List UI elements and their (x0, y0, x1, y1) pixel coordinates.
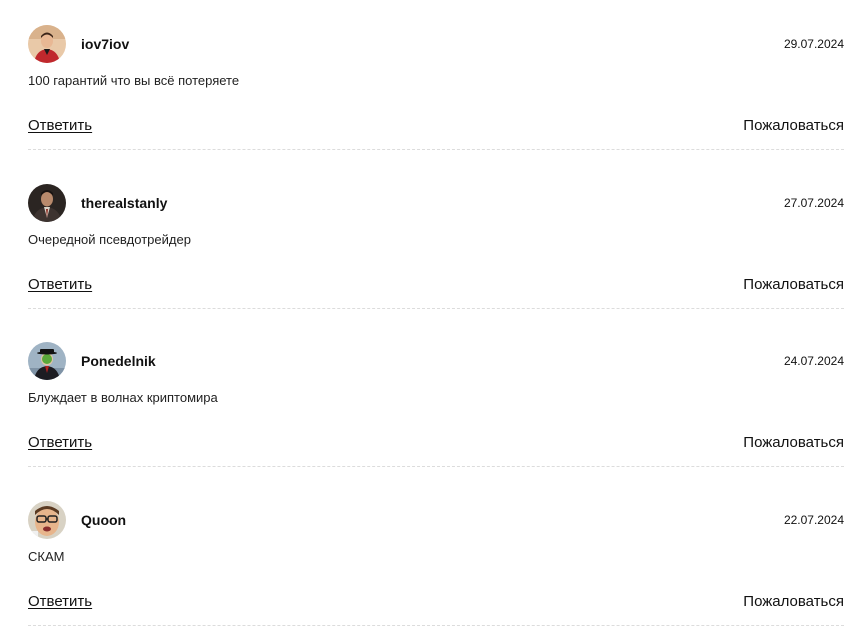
comment-item: Ponedelnik 24.07.2024 Блуждает в волнах … (28, 317, 844, 476)
comment-date: 29.07.2024 (784, 37, 844, 51)
username[interactable]: Ponedelnik (81, 353, 156, 369)
reply-link[interactable]: Ответить (28, 434, 92, 451)
comment-date: 22.07.2024 (784, 513, 844, 527)
avatar[interactable] (28, 501, 66, 539)
divider (28, 625, 844, 626)
comment-item: Quoon 22.07.2024 СКАМ Ответить Пожаловат… (28, 476, 844, 634)
report-link[interactable]: Пожаловаться (743, 276, 844, 293)
reply-link[interactable]: Ответить (28, 117, 92, 134)
comment-actions: Ответить Пожаловаться (28, 276, 844, 293)
comment-header: Quoon 22.07.2024 (28, 501, 844, 539)
divider (28, 466, 844, 467)
report-link[interactable]: Пожаловаться (743, 117, 844, 134)
avatar[interactable] (28, 25, 66, 63)
avatar[interactable] (28, 184, 66, 222)
comment-date: 27.07.2024 (784, 196, 844, 210)
comment-item: therealstanly 27.07.2024 Очередной псевд… (28, 159, 844, 318)
reply-link[interactable]: Ответить (28, 593, 92, 610)
divider (28, 149, 844, 150)
comment-actions: Ответить Пожаловаться (28, 117, 844, 134)
comment-header: therealstanly 27.07.2024 (28, 184, 844, 222)
reply-link[interactable]: Ответить (28, 276, 92, 293)
comment-text: СКАМ (28, 549, 64, 564)
username[interactable]: iov7iov (81, 36, 129, 52)
comment-text: Очередной псевдотрейдер (28, 232, 191, 247)
comment-item: iov7iov 29.07.2024 100 гарантий что вы в… (28, 0, 844, 159)
avatar[interactable] (28, 342, 66, 380)
username[interactable]: therealstanly (81, 195, 167, 211)
comment-date: 24.07.2024 (784, 354, 844, 368)
report-link[interactable]: Пожаловаться (743, 434, 844, 451)
comment-text: Блуждает в волнах криптомира (28, 390, 218, 405)
username[interactable]: Quoon (81, 512, 126, 528)
comment-header: Ponedelnik 24.07.2024 (28, 342, 844, 380)
comment-header: iov7iov 29.07.2024 (28, 25, 844, 63)
comment-actions: Ответить Пожаловаться (28, 434, 844, 451)
comment-text: 100 гарантий что вы всё потеряете (28, 73, 239, 88)
comments-list: iov7iov 29.07.2024 100 гарантий что вы в… (28, 0, 844, 634)
comment-actions: Ответить Пожаловаться (28, 593, 844, 610)
divider (28, 308, 844, 309)
report-link[interactable]: Пожаловаться (743, 593, 844, 610)
